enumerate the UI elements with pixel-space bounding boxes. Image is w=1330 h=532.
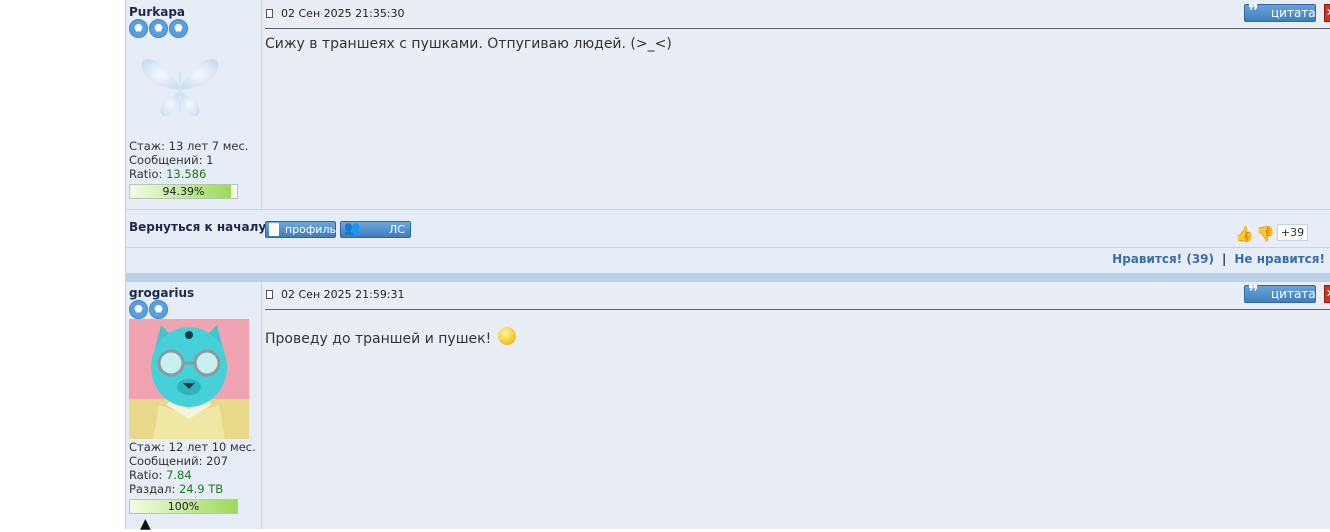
tenure-label: Стаж: [129, 139, 166, 153]
ratio-label: Ratio: [129, 468, 163, 482]
post-text: Сижу в траншеях с пушками. Отпугиваю люд… [265, 36, 672, 52]
post-date: 02 Сен 2025 21:59:31 [281, 288, 405, 301]
back-to-top-link[interactable]: Вернуться к началу [129, 220, 266, 234]
delete-button[interactable]: ✕ [1324, 4, 1330, 22]
profile-button[interactable]: профиль [265, 221, 336, 238]
post-footer: Вернуться к началу профиль 👥 ЛС 👍 👎 +39 [126, 209, 1330, 245]
butterfly-avatar [141, 58, 219, 117]
ratio-label: Ratio: [129, 167, 163, 181]
post-divider [126, 273, 1330, 282]
pm-label: ЛС [389, 223, 405, 236]
tenure-value: 12 лет 10 мес. [168, 440, 256, 454]
post-author-panel: Purkapa ★ ★ ★ Стаж: 13 лет 7 мес. Сообще… [126, 0, 262, 209]
quote-label: цитата [1271, 6, 1316, 20]
star-icon: ★ [129, 19, 148, 38]
ratio-value: 13.586 [166, 167, 207, 181]
post-text-container: Проведу до траншей и пушек! [265, 327, 516, 347]
pm-button[interactable]: 👥 ЛС [340, 221, 411, 238]
likes-separator: | [1222, 252, 1227, 266]
username[interactable]: grogarius [129, 286, 194, 300]
likes-summary: Нравится! (39) | Не нравится! (0 [1112, 252, 1330, 266]
quote-label: цитата [1271, 287, 1316, 301]
profile-icon [269, 223, 279, 236]
post-author-panel: grogarius ★ ★ Стаж: 12 лет 10 мес. Сообщ… [126, 282, 262, 532]
thumbs-down-icon[interactable]: 👎 [1256, 225, 1275, 243]
post-body: 02 Сен 2025 21:35:30 ❞ цитата ✕ Сижу в т… [262, 0, 1330, 209]
quote-button[interactable]: ❞ цитата [1244, 282, 1316, 303]
likes-row: Нравится! (39) | Не нравится! (0 [126, 247, 1330, 274]
user-stats: Стаж: 12 лет 10 мес. Сообщений: 207 Rati… [129, 440, 256, 496]
dislikes-link[interactable]: Не нравится! (0 [1234, 252, 1330, 266]
messages-value: 207 [206, 454, 229, 468]
tenure-label: Стаж: [129, 440, 166, 454]
ratio-progress-bar: 100% [129, 499, 238, 514]
messages-value: 1 [206, 153, 214, 167]
ratio-value: 7.84 [166, 468, 192, 482]
messages-label: Сообщений: [129, 153, 203, 167]
post-date: 02 Сен 2025 21:35:30 [281, 7, 405, 20]
thumbs-up-icon[interactable]: 👍 [1235, 225, 1254, 243]
star-icon: ★ [129, 300, 148, 319]
upload-value: 24.9 TB [178, 482, 224, 496]
forum-thread: Purkapa ★ ★ ★ Стаж: 13 лет 7 мес. Сообще… [125, 0, 1330, 532]
witch-hat-icon: ▲ [140, 516, 151, 532]
users-icon: 👥 [344, 221, 361, 236]
rank-stars: ★ ★ [129, 300, 168, 319]
post-header: 02 Сен 2025 21:35:30 ❞ цитата ✕ [265, 1, 1330, 29]
post-body: 02 Сен 2025 21:59:31 ❞ цитата ✕ Проведу … [262, 282, 1330, 529]
tiger-avatar [129, 319, 249, 439]
smiley-icon [497, 327, 516, 345]
upload-label: Раздал: [129, 482, 176, 496]
star-icon: ★ [149, 19, 168, 38]
messages-label: Сообщений: [129, 454, 203, 468]
quote-icon: ❞ [1248, 1, 1259, 22]
post-header: 02 Сен 2025 21:59:31 ❞ цитата ✕ [265, 282, 1330, 310]
quote-button[interactable]: ❞ цитата [1244, 1, 1316, 22]
ratio-progress-bar: 94.39% [129, 184, 238, 199]
post-link-icon[interactable] [266, 9, 273, 18]
post-text: Проведу до траншей и пушек! [265, 331, 492, 347]
post-link-icon[interactable] [266, 290, 273, 299]
star-icon: ★ [169, 19, 188, 38]
username[interactable]: Purkapa [129, 5, 185, 19]
star-icon: ★ [149, 300, 168, 319]
tenure-value: 13 лет 7 мес. [168, 139, 249, 153]
rank-stars: ★ ★ ★ [129, 19, 188, 38]
profile-label: профиль [285, 223, 336, 236]
user-stats: Стаж: 13 лет 7 мес. Сообщений: 1 Ratio: … [129, 139, 248, 181]
ratio-progress-text: 94.39% [162, 185, 205, 198]
likes-link[interactable]: Нравится! (39) [1112, 252, 1214, 266]
ratio-progress-text: 100% [167, 500, 200, 513]
quote-icon: ❞ [1248, 282, 1259, 303]
vote-count: +39 [1277, 224, 1308, 241]
delete-button[interactable]: ✕ [1324, 285, 1330, 303]
